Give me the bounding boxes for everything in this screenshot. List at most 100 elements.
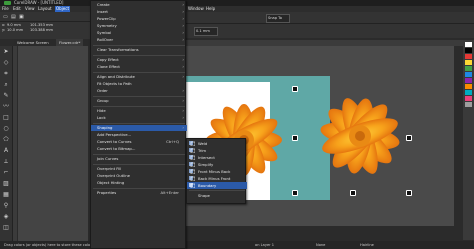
selection-handle[interactable] bbox=[406, 190, 412, 196]
menu-item-powerclip[interactable]: PowerClip › bbox=[91, 16, 187, 22]
menu-item-label: Copy Effect bbox=[97, 57, 119, 62]
swatch-orange[interactable] bbox=[465, 84, 472, 89]
swatch-purple[interactable] bbox=[465, 78, 472, 83]
shaping-item-weld[interactable]: Weld bbox=[187, 140, 247, 147]
menu-separator bbox=[93, 164, 185, 165]
shaping-item-front-minus-back[interactable]: Front Minus Back bbox=[187, 168, 247, 175]
transparency-icon[interactable]: ▦ bbox=[2, 191, 10, 199]
menu-item-overprint-outline[interactable]: Overprint Outline bbox=[91, 173, 187, 179]
menu-item-fit-objects-to-path[interactable]: Fit Objects to Path bbox=[91, 81, 187, 87]
ellipse-tool-icon[interactable]: ○ bbox=[2, 125, 10, 133]
menu-item-add-perspective[interactable]: Add Perspective... bbox=[91, 132, 187, 138]
menu-item-rollover[interactable]: RollOver › bbox=[91, 37, 187, 43]
swatch-blue[interactable] bbox=[465, 72, 472, 77]
drop-shadow-icon[interactable]: ▨ bbox=[2, 180, 10, 188]
menu-item-shortcut: Ctrl+Q bbox=[166, 139, 179, 144]
menu-item-symbol[interactable]: Symbol › bbox=[91, 30, 187, 36]
flower-right bbox=[320, 98, 400, 174]
front-minus-back-icon bbox=[189, 169, 196, 175]
swatch-gray[interactable] bbox=[465, 102, 472, 107]
menu-item-align-and-distribute[interactable]: Align and Distribute › bbox=[91, 74, 187, 80]
menu-item-join-curves[interactable]: Join Curves bbox=[91, 156, 187, 162]
menu-item-label: Hide bbox=[97, 108, 106, 113]
shaping-item-simplify[interactable]: Simplify bbox=[187, 161, 247, 168]
snap-to-dropdown[interactable]: Snap To bbox=[266, 14, 290, 23]
menu-item-object-hinting[interactable]: Object Hinting bbox=[91, 180, 187, 186]
weld-icon bbox=[189, 141, 196, 147]
tab-welcome-screen[interactable]: Welcome Screen bbox=[14, 39, 52, 46]
connector-tool-icon[interactable]: ⌐ bbox=[2, 169, 10, 177]
menu-item-symmetry[interactable]: Symmetry › bbox=[91, 23, 187, 29]
menu-item-lock[interactable]: Lock › bbox=[91, 115, 187, 121]
outline-width-field[interactable]: 0.1 mm bbox=[194, 27, 218, 36]
selection-handle[interactable] bbox=[350, 190, 356, 196]
menu-item-insert[interactable]: Insert › bbox=[91, 9, 187, 15]
window-title: CorelDRAW - [UNTITLED] bbox=[14, 0, 64, 5]
shaping-item-trim[interactable]: Trim bbox=[187, 147, 247, 154]
shaping-item-label: Intersect bbox=[198, 155, 215, 160]
menu-item-hide[interactable]: Hide › bbox=[91, 108, 187, 114]
rectangle-tool-icon[interactable]: □ bbox=[2, 114, 10, 122]
swatch-yellow[interactable] bbox=[465, 60, 472, 65]
menu-item-copy-effect[interactable]: Copy Effect › bbox=[91, 57, 187, 63]
swatch-green[interactable] bbox=[465, 66, 472, 71]
artistic-media-icon[interactable]: 〰 bbox=[2, 103, 10, 111]
menu-item-create[interactable]: Create › bbox=[91, 2, 187, 8]
outline-width-value: 0.1 mm bbox=[196, 29, 210, 33]
x-field[interactable]: 9.0 mm bbox=[7, 23, 21, 27]
menu-item-clear-transformations[interactable]: Clear Transformations bbox=[91, 47, 187, 53]
selection-handle[interactable] bbox=[292, 86, 298, 92]
menu-item-order[interactable]: Order › bbox=[91, 88, 187, 94]
menu-separator bbox=[93, 45, 185, 46]
shape-tool-icon[interactable]: ◇ bbox=[2, 59, 10, 67]
chevron-right-icon: › bbox=[182, 98, 184, 103]
save-icon[interactable]: ▣ bbox=[19, 14, 24, 20]
menu-item-convert-to-curves[interactable]: Convert to Curves Ctrl+Q bbox=[91, 139, 187, 145]
pick-tool-icon[interactable]: ➤ bbox=[2, 48, 10, 56]
shaping-item-label: Trim bbox=[198, 148, 207, 153]
menu-item-clone-effect[interactable]: Clone Effect › bbox=[91, 64, 187, 70]
freehand-tool-icon[interactable]: ✎ bbox=[2, 92, 10, 100]
width-field[interactable]: 101.353 mm bbox=[30, 23, 53, 27]
parallel-dimension-icon[interactable]: ⟂ bbox=[2, 158, 10, 166]
smart-fill-icon[interactable]: ◫ bbox=[2, 224, 10, 232]
open-icon[interactable]: ▤ bbox=[11, 14, 16, 20]
menu-item-convert-to-bitmap[interactable]: Convert to Bitmap... bbox=[91, 146, 187, 152]
menu-item-properties[interactable]: Properties Alt+Enter bbox=[91, 190, 187, 196]
selection-handle[interactable] bbox=[292, 190, 298, 196]
menu-item-overprint-fill[interactable]: Overprint Fill bbox=[91, 166, 187, 172]
y-field[interactable]: 10.0 mm bbox=[7, 28, 23, 32]
interactive-fill-icon[interactable]: ◈ bbox=[2, 213, 10, 221]
shaping-item-back-minus-front[interactable]: Back Minus Front bbox=[187, 175, 247, 182]
selection-handle[interactable] bbox=[292, 135, 298, 141]
new-document-icon[interactable]: ▭ bbox=[3, 14, 8, 20]
shaping-item-shape[interactable]: Shape bbox=[187, 192, 247, 199]
swatch-cyan[interactable] bbox=[465, 90, 472, 95]
shaping-item-boundary[interactable]: Boundary bbox=[187, 182, 247, 189]
menu-item-shaping[interactable]: Shaping › bbox=[91, 125, 187, 131]
height-field[interactable]: 103.388 mm bbox=[30, 28, 53, 32]
tab-flower-document[interactable]: Flower.cdr* bbox=[56, 39, 84, 46]
zoom-tool-icon[interactable]: ⌕ bbox=[2, 81, 10, 89]
selection-handle[interactable] bbox=[406, 135, 412, 141]
menu-item-label: Overprint Outline bbox=[97, 173, 130, 178]
chevron-right-icon: › bbox=[182, 64, 184, 69]
crop-tool-icon[interactable]: ⌗ bbox=[2, 70, 10, 78]
chevron-right-icon: › bbox=[182, 37, 184, 42]
menu-item-label: Symbol bbox=[97, 30, 112, 35]
swatch-red[interactable] bbox=[465, 54, 472, 59]
chevron-right-icon: › bbox=[182, 74, 184, 79]
swatch-white[interactable] bbox=[465, 42, 472, 47]
shaping-item-intersect[interactable]: Intersect bbox=[187, 154, 247, 161]
polygon-tool-icon[interactable]: ⬠ bbox=[2, 136, 10, 144]
swatch-black[interactable] bbox=[465, 48, 472, 53]
swatch-pink[interactable] bbox=[465, 96, 472, 101]
menu-separator bbox=[93, 72, 185, 73]
text-tool-icon[interactable]: A bbox=[2, 147, 10, 155]
horizontal-scrollbar[interactable] bbox=[186, 226, 462, 231]
x-label: x: bbox=[2, 23, 6, 27]
eyedropper-icon[interactable]: ⚲ bbox=[2, 202, 10, 210]
chevron-right-icon: › bbox=[182, 9, 184, 14]
menu-separator bbox=[93, 123, 185, 124]
menu-item-group[interactable]: Group › bbox=[91, 98, 187, 104]
